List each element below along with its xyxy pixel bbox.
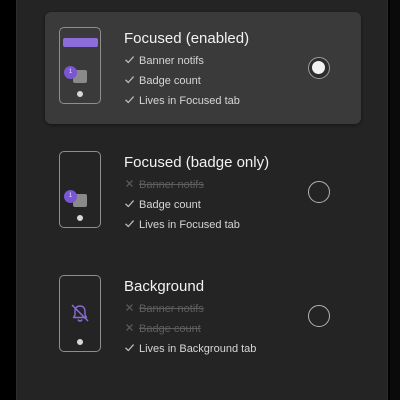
feature-row: Lives in Background tab [124,342,256,356]
cross-icon [126,324,133,331]
option-focused-enabled[interactable]: 1 Focused (enabled) Banner notifs Badge … [45,12,361,124]
option-title: Focused (badge only) [124,154,270,171]
phone-illustration: 1 [59,151,101,228]
feature-label: Banner notifs [139,55,204,67]
feature-label: Lives in Focused tab [139,95,240,107]
feature-label: Badge count [139,199,201,211]
feature-row: Banner notifs [124,54,204,68]
check-icon [125,344,135,352]
feature-row: Banner notifs [124,178,204,192]
bell-off-icon [71,304,89,322]
option-background[interactable]: Background Banner notifs Badge count Liv… [45,260,361,372]
home-indicator [77,339,83,345]
feature-row: Badge count [124,74,201,88]
check-icon [125,56,135,64]
feature-label: Banner notifs [139,303,204,315]
banner-preview [63,38,98,47]
phone-illustration [59,275,101,352]
feature-row: Banner notifs [124,302,204,316]
option-title: Focused (enabled) [124,30,250,47]
radio-button[interactable] [308,57,330,79]
cross-icon [126,180,133,187]
feature-label: Banner notifs [139,179,204,191]
option-title: Background [124,278,205,295]
feature-row: Badge count [124,322,201,336]
feature-label: Badge count [139,75,201,87]
option-focused-badge-only[interactable]: 1 Focused (badge only) Banner notifs Bad… [45,136,361,248]
check-icon [125,200,135,208]
radio-button[interactable] [308,305,330,327]
feature-label: Lives in Background tab [139,343,257,355]
badge-count-preview: 1 [64,66,77,79]
background-edge [390,0,400,400]
cross-icon [126,304,133,311]
feature-label: Lives in Focused tab [139,219,240,231]
phone-illustration: 1 [59,27,101,104]
radio-selected-dot [312,61,325,74]
home-indicator [77,91,83,97]
badge-count-preview: 1 [64,190,77,203]
home-indicator [77,215,83,221]
radio-button[interactable] [308,181,330,203]
check-icon [125,96,135,104]
feature-label: Badge count [139,323,201,335]
feature-row: Lives in Focused tab [124,94,240,108]
notification-settings-panel: 1 Focused (enabled) Banner notifs Badge … [16,0,388,400]
check-icon [125,220,135,228]
feature-row: Lives in Focused tab [124,218,240,232]
feature-row: Badge count [124,198,201,212]
check-icon [125,76,135,84]
